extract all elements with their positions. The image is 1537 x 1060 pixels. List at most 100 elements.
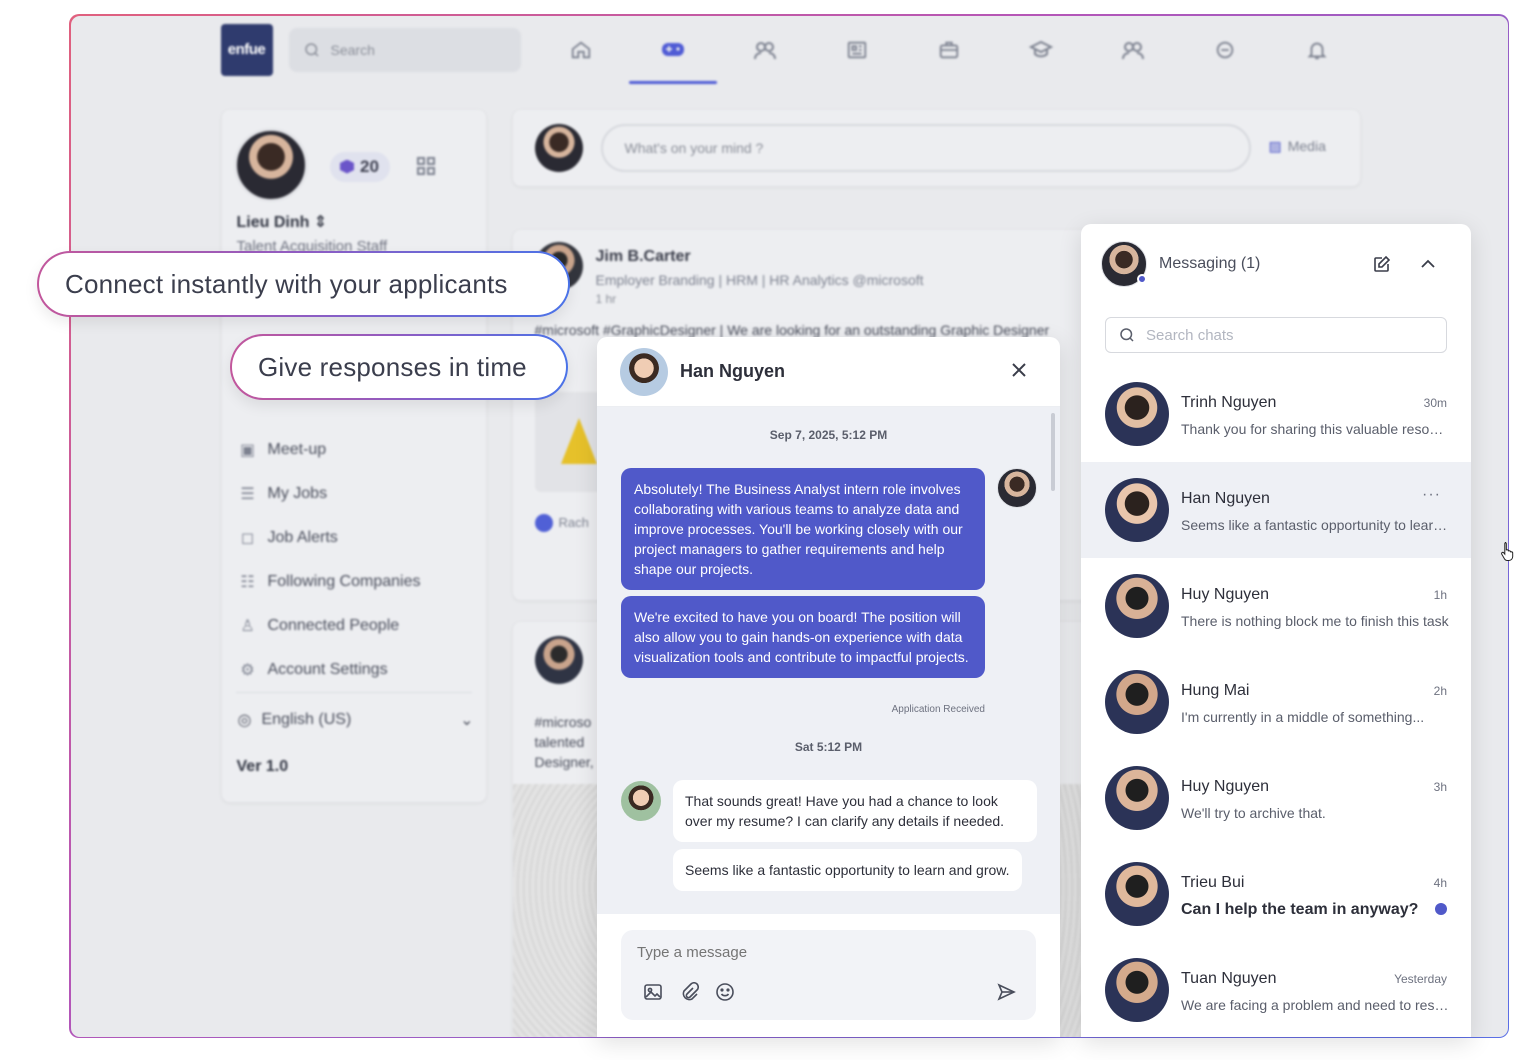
sidebar-item-connected-people[interactable]: ♙ Connected People (238, 604, 421, 648)
close-icon (1012, 363, 1026, 377)
conversation-name: Trieu Bui (1181, 874, 1245, 891)
conversation-time: 30m (1423, 396, 1447, 410)
sidebar-item-my-jobs[interactable]: ☰ My Jobs (238, 472, 421, 516)
my-avatar (997, 468, 1037, 508)
more-options-icon[interactable]: ··· (1422, 486, 1441, 504)
paperclip-icon[interactable] (679, 982, 699, 1002)
nav-news[interactable] (811, 24, 903, 76)
send-button[interactable] (996, 982, 1016, 1007)
gear-icon: ⚙ (240, 661, 255, 679)
points-value: 20 (360, 156, 379, 176)
callout-connect: Connect instantly with your applicants (37, 251, 570, 317)
app-logo[interactable]: enfue (220, 23, 273, 76)
messaging-header: Messaging (1) (1081, 224, 1471, 304)
post-author-name[interactable]: Jim B.Carter (596, 248, 691, 266)
my-avatar[interactable] (1101, 241, 1147, 287)
chevron-up-icon (1421, 259, 1435, 268)
nav-groups[interactable] (1087, 24, 1179, 76)
conversation-item[interactable]: Tuan Nguyen We are facing a problem and … (1081, 942, 1471, 1037)
conversation-item[interactable]: Huy Nguyen We'll try to archive that. 3h (1081, 750, 1471, 846)
chat-timestamp: Sep 7, 2025, 5:12 PM (769, 428, 888, 442)
post-time: 1 hr (595, 291, 617, 306)
sidebar-item-account-settings[interactable]: ⚙ Account Settings (238, 648, 421, 692)
media-button[interactable]: ▨ Media (1269, 138, 1326, 155)
callout-connect-text: Connect instantly with your applicants (39, 253, 568, 315)
chat-bubble-icon (1216, 41, 1233, 58)
chat-timestamp: Sat 5:12 PM (794, 740, 863, 754)
sidebar-menu: ▣ Meet-up ☰ My Jobs ◻ Job Alerts ☷ Following… (238, 428, 421, 692)
conversation-avatar (1105, 478, 1169, 542)
conversation-item[interactable]: Trinh Nguyen Thank you for sharing this … (1081, 366, 1471, 462)
nav-messages[interactable] (1179, 24, 1271, 76)
alert-icon: ◻ (240, 529, 255, 547)
incoming-message[interactable]: That sounds great! Have you had a chance… (673, 780, 1037, 842)
language-selector[interactable]: ◎ English (US) ⌄ (238, 710, 474, 730)
chat-contact-name[interactable]: Han Nguyen (680, 361, 785, 382)
new-message-button[interactable] (1373, 255, 1391, 278)
post-text: #microso talented Designer, (534, 713, 594, 770)
conversation-preview: Thank you for sharing this valuable reso… (1181, 421, 1449, 437)
image-icon: ▨ (1268, 137, 1282, 154)
post-reactions[interactable]: Rach (534, 513, 589, 532)
collapse-button[interactable] (1419, 255, 1437, 278)
conversation-time: Yesterday (1394, 972, 1447, 986)
points-badge: 20 (329, 151, 390, 182)
global-search-placeholder: Search (330, 41, 375, 58)
close-chat-button[interactable] (1010, 361, 1028, 384)
conversation-preview: I'm currently in a middle of something..… (1181, 709, 1425, 725)
nav-home[interactable] (535, 24, 627, 76)
composer-input[interactable]: What's on your mind ? (600, 123, 1251, 172)
chat-messages[interactable]: Sep 7, 2025, 5:12 PM Absolutely! The Bus… (597, 407, 1060, 914)
home-icon (571, 41, 590, 58)
emoji-icon[interactable] (715, 982, 735, 1002)
language-label: English (US) (261, 710, 352, 728)
chevron-down-icon: ⌄ (460, 711, 474, 729)
chat-contact-avatar[interactable] (620, 347, 668, 396)
nav-people[interactable] (719, 24, 811, 76)
outgoing-message[interactable]: We're excited to have you on board! The … (621, 596, 985, 678)
sidebar-item-label: Job Alerts (267, 528, 338, 546)
nav-jobs[interactable] (903, 24, 995, 76)
nav-learning[interactable] (995, 24, 1087, 76)
sidebar-item-job-alerts[interactable]: ◻ Job Alerts (238, 516, 421, 560)
chat-search-input[interactable] (1146, 326, 1436, 344)
callout-respond-text: Give responses in time (232, 336, 566, 398)
chat-scrollbar[interactable] (1051, 413, 1055, 491)
conversation-item[interactable]: Huy Nguyen There is nothing block me to … (1081, 558, 1471, 654)
global-search[interactable]: Search (288, 27, 521, 72)
conversation-preview: We'll try to archive that. (1181, 805, 1326, 821)
switch-account-icon: ⇕ (313, 213, 328, 231)
edit-icon (1374, 255, 1391, 272)
conversation-item[interactable]: Han Nguyen Seems like a fantastic opport… (1081, 462, 1471, 558)
profile-sidebar: 20 Lieu Dinh ⇕ Talent Acquisition Staff … (221, 109, 486, 802)
message-input[interactable] (637, 944, 1017, 961)
callout-respond: Give responses in time (230, 334, 568, 400)
conversation-avatar (1105, 958, 1169, 1022)
messaging-title: Messaging (1) (1159, 255, 1261, 272)
contact-avatar (621, 781, 661, 821)
sidebar-item-following-companies[interactable]: ☷ Following Companies (238, 560, 420, 604)
conversation-avatar (1105, 766, 1169, 830)
sidebar-item-meet-up[interactable]: ▣ Meet-up (238, 428, 421, 472)
post-author-avatar[interactable] (534, 635, 583, 684)
conversation-item[interactable]: Hung Mai I'm currently in a middle of so… (1081, 654, 1471, 750)
composer-avatar (534, 123, 583, 172)
incoming-message[interactable]: Seems like a fantastic opportunity to le… (673, 849, 1022, 891)
profile-avatar[interactable] (233, 127, 308, 202)
messaging-panel: Messaging (1) Trinh Nguyen Thank you for… (1081, 224, 1471, 1037)
send-icon (997, 983, 1016, 1001)
user-plus-icon: ♙ (240, 617, 255, 635)
grid-icon[interactable] (416, 156, 436, 181)
nav-games[interactable] (627, 24, 719, 84)
conversation-item[interactable]: Trieu Bui Can I help the team in anyway?… (1081, 846, 1471, 942)
nav-notifications[interactable] (1271, 24, 1363, 76)
conversation-time: 4h (1433, 876, 1447, 890)
profile-name[interactable]: Lieu Dinh ⇕ (237, 212, 328, 232)
conversation-preview: We are facing a problem and need to reso… (1181, 997, 1449, 1013)
globe-icon: ◎ (237, 711, 252, 729)
outgoing-message[interactable]: Absolutely! The Business Analyst intern … (621, 468, 985, 590)
bell-icon (1306, 42, 1327, 59)
search-icon (1120, 328, 1134, 342)
image-icon[interactable] (643, 982, 663, 1002)
conversation-time: 2h (1433, 684, 1447, 698)
